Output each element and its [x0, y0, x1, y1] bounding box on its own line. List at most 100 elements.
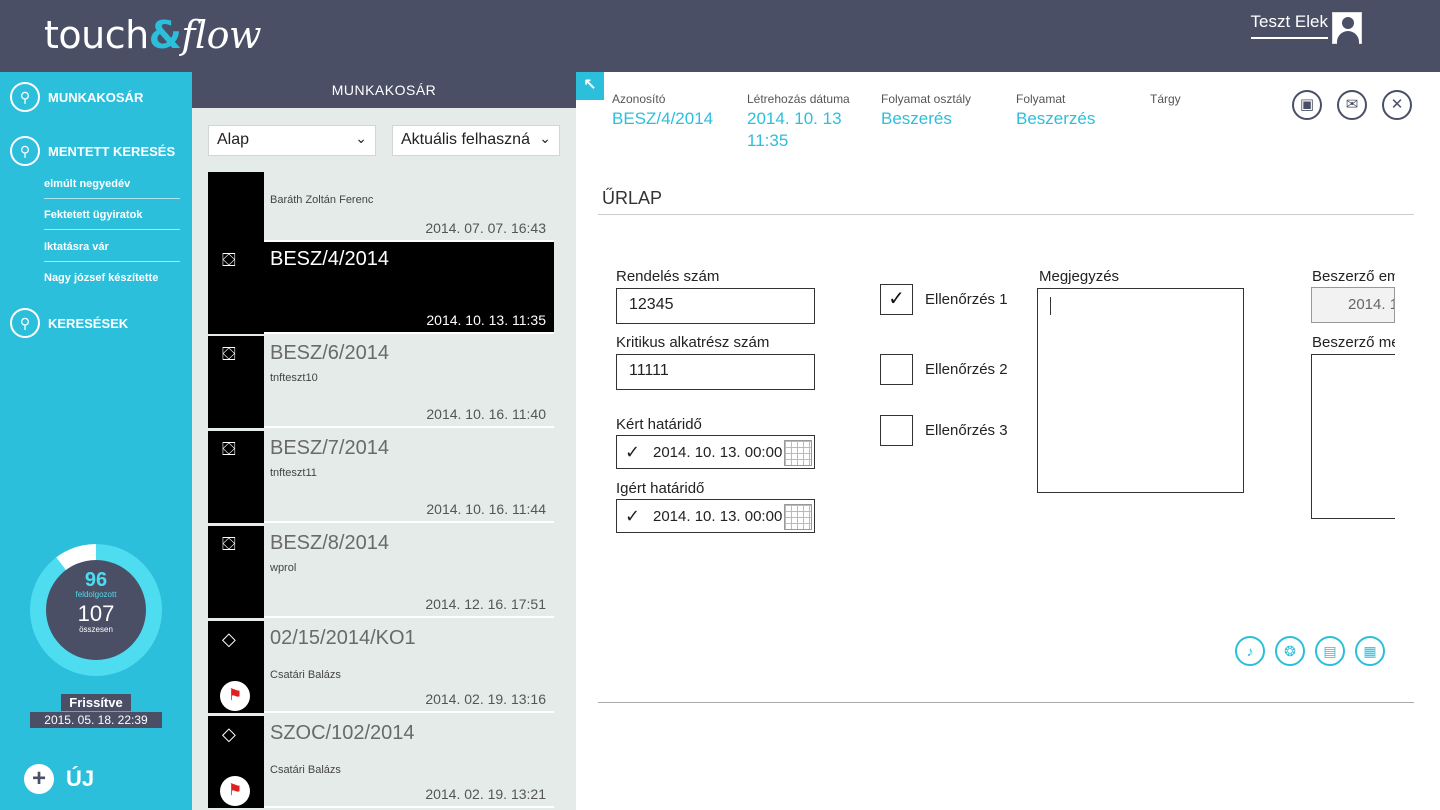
item-thumbnail: ⛋ [208, 336, 264, 428]
saved-search-item[interactable]: Nagy józsef készítette [44, 272, 180, 292]
item-owner: Csatári Balázs [270, 764, 341, 776]
item-owner: Baráth Zoltán Ferenc [270, 194, 374, 206]
meta-id-label: Azonosító [612, 92, 666, 106]
meta-id: Azonosító BESZ/4/2014 [612, 92, 713, 130]
order-number-label: Rendelés szám [616, 268, 720, 285]
meta-subject-label: Tárgy [1150, 92, 1181, 106]
calendar-icon[interactable] [784, 440, 812, 466]
plus-icon: + [24, 764, 54, 794]
buyer-note-textarea[interactable] [1311, 354, 1395, 519]
check3-label: Ellenőrzés 3 [925, 422, 1008, 439]
progress-ring-center: 96 feldolgozott 107 összesen [46, 560, 146, 660]
critical-part-field[interactable]: 11111 [616, 354, 815, 390]
saved-search-item[interactable]: Fektetett ügyiratok [44, 209, 180, 230]
requested-deadline-picker[interactable]: ✓ 2014. 10. 13. 00:00 [616, 435, 815, 469]
promised-deadline-value: 2014. 10. 13. 00:00 [653, 508, 783, 525]
list-item[interactable]: ⛋ BESZ/6/2014 tnfteszt10 2014. 10. 16. 1… [208, 336, 554, 428]
filter-dropdown-1[interactable]: Alap ⌄ [208, 125, 376, 156]
nav-saved-search[interactable]: ⚲ MENTETT KERESÉS [10, 136, 175, 166]
detail-panel: ↖ Azonosító BESZ/4/2014 Létrehozás dátum… [576, 72, 1440, 810]
item-owner: Csatári Balázs [270, 669, 341, 681]
text-caret [1050, 297, 1051, 315]
process-icon: ⛋ [222, 534, 236, 554]
item-title: BESZ/7/2014 [270, 437, 389, 459]
bottom-divider [598, 702, 1414, 703]
document-icon: ◇ [222, 724, 236, 744]
order-number-field[interactable]: 12345 [616, 288, 815, 324]
meta-id-value: BESZ/4/2014 [612, 109, 714, 128]
promised-deadline-label: Igért határidő [616, 480, 705, 497]
new-button-label: ÚJ [66, 766, 95, 791]
checkmark-icon[interactable]: ✓ [625, 442, 640, 463]
chevron-down-icon: ⌄ [355, 130, 367, 146]
check3-checkbox[interactable] [880, 415, 913, 446]
process-icon: ⛋ [222, 344, 236, 364]
refreshed-label: Frissítve [61, 694, 131, 711]
item-date: 2014. 10. 16. 11:40 [426, 406, 546, 422]
check2-checkbox[interactable] [880, 354, 913, 385]
share-icon[interactable]: ❂ [1275, 636, 1305, 666]
check2-label: Ellenőrzés 2 [925, 361, 1008, 378]
new-button[interactable]: + ÚJ [24, 764, 94, 794]
close-icon[interactable]: ✕ [1382, 90, 1412, 120]
list-item[interactable]: Baráth Zoltán Ferenc 2014. 07. 07. 16:43 [208, 172, 554, 242]
process-icon: ⛋ [222, 439, 236, 459]
check1-checkbox[interactable]: ✓ [880, 284, 913, 315]
mail-icon[interactable]: ✉ [1337, 90, 1367, 120]
user-name[interactable]: Teszt Elek [1250, 12, 1328, 39]
nav-workbasket-label: MUNKAKOSÁR [48, 89, 144, 105]
nav-searches[interactable]: ⚲ KERESÉSEK [10, 308, 128, 338]
user-avatar-icon[interactable] [1332, 12, 1362, 44]
list-item[interactable]: ◇ ⚑ 02/15/2014/KO1 Csatári Balázs 2014. … [208, 621, 554, 713]
item-title: SZOC/102/2014 [270, 722, 415, 744]
item-thumbnail: ⛋ [208, 526, 264, 618]
section-divider [598, 214, 1414, 215]
critical-part-label: Kritikus alkatrész szám [616, 334, 770, 351]
checkmark-icon[interactable]: ✓ [625, 506, 640, 527]
requested-deadline-value: 2014. 10. 13. 00:00 [653, 444, 783, 461]
promised-deadline-picker[interactable]: ✓ 2014. 10. 13. 00:00 [616, 499, 815, 533]
top-bar: touch&flow Teszt Elek [0, 0, 1440, 72]
list-item[interactable]: ⛋ BESZ/7/2014 tnfteszt11 2014. 10. 16. 1… [208, 431, 554, 523]
list-item[interactable]: ⛋ BESZ/8/2014 wprol 2014. 12. 16. 17:51 [208, 526, 554, 618]
calendar-icon[interactable] [784, 504, 812, 530]
item-date: 2014. 02. 19. 13:21 [425, 786, 546, 802]
sidebar: ⚲ MUNKAKOSÁR ⚲ MENTETT KERESÉS elmúlt ne… [0, 72, 192, 810]
list-item-selected[interactable]: ⛋ BESZ/4/2014 2014. 10. 13. 11:35 [208, 242, 554, 334]
meta-created-label: Létrehozás dátuma [747, 92, 850, 106]
meta-created: Létrehozás dátuma 2014. 10. 13 11:35 [747, 92, 850, 152]
item-title: 02/15/2014/KO1 [270, 627, 416, 649]
meta-created-time: 11:35 [747, 131, 789, 150]
saved-search-item[interactable]: Iktatásra vár [44, 241, 180, 262]
meta-subject: Tárgy [1150, 92, 1181, 106]
buyer-email-field[interactable]: 2014. 1 [1311, 287, 1395, 323]
flag-icon: ⚑ [220, 776, 250, 806]
note-textarea[interactable] [1037, 288, 1244, 493]
save-icon[interactable]: ▣ [1292, 90, 1322, 120]
filter-dropdown-2[interactable]: Aktuális felhaszná ⌄ [392, 125, 560, 156]
buyer-note-label: Beszerző me [1312, 334, 1395, 351]
table-icon[interactable]: ▦ [1355, 636, 1385, 666]
document-list-icon[interactable]: ▤ [1315, 636, 1345, 666]
workflow-icon[interactable]: ♪ [1235, 636, 1265, 666]
collapse-arrow-icon[interactable]: ↖ [576, 72, 604, 100]
filter-dropdown-1-value: Alap [217, 131, 250, 148]
list-item[interactable]: ◇ ⚑ SZOC/102/2014 Csatári Balázs 2014. 0… [208, 716, 554, 808]
requested-deadline-label: Kért határidő [616, 416, 702, 433]
item-thumbnail: ⛋ [208, 242, 264, 334]
refresh-info[interactable]: Frissítve 2015. 05. 18. 22:39 [0, 694, 192, 728]
searches-icon: ⚲ [10, 308, 40, 338]
item-thumbnail: ◇ ⚑ [208, 716, 264, 808]
nav-workbasket[interactable]: ⚲ MUNKAKOSÁR [10, 82, 143, 112]
item-thumbnail: ◇ ⚑ [208, 621, 264, 713]
meta-process-label: Folyamat [1016, 92, 1066, 106]
meta-process-value: Beszerzés [1016, 109, 1096, 128]
progress-ring: 96 feldolgozott 107 összesen [30, 544, 162, 676]
item-owner: tnfteszt10 [270, 372, 318, 384]
item-date: 2014. 07. 07. 16:43 [425, 220, 546, 236]
item-date: 2014. 10. 13. 11:35 [426, 312, 546, 328]
saved-search-item[interactable]: elmúlt negyedév [44, 178, 180, 199]
item-thumbnail [208, 172, 264, 242]
flag-icon: ⚑ [220, 681, 250, 711]
logo-touch: touch [44, 13, 149, 57]
